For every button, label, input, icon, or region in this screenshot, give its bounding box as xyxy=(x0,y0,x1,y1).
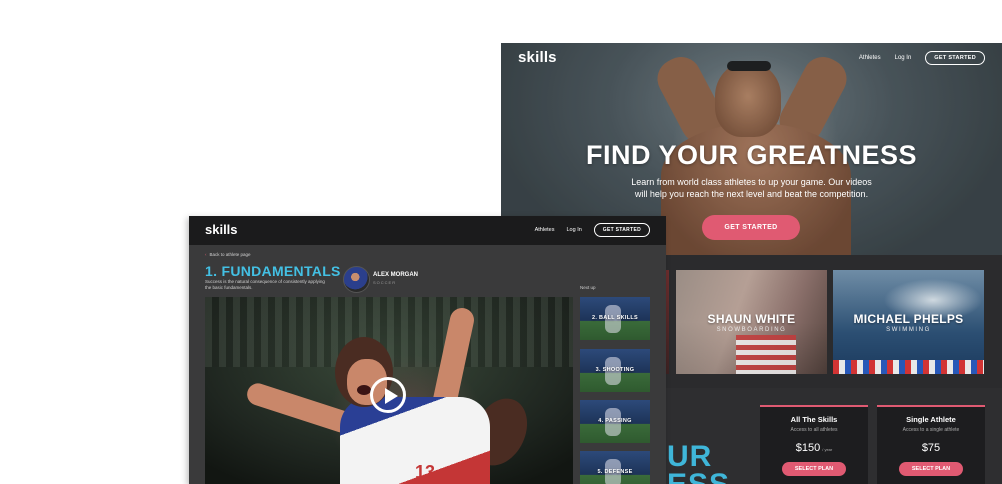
play-icon[interactable] xyxy=(370,377,406,413)
plan-price-value: $75 xyxy=(921,442,941,454)
next-up-item-label: 5. DEFENSE xyxy=(597,469,633,475)
lesson-page-window: skills Athletes Log In GET STARTED ‹ Back… xyxy=(189,216,666,484)
hero-subtitle-line: will help you reach the next level and b… xyxy=(634,189,869,199)
plan-name: All The Skills xyxy=(790,415,838,424)
next-up-item-label: 3. SHOOTING xyxy=(595,367,635,373)
chevron-left-icon: ‹ xyxy=(205,252,207,257)
next-up-item-label: 4. PASSING xyxy=(598,418,632,424)
next-up-item[interactable]: 5. DEFENSE xyxy=(580,451,650,484)
athlete-card-shaun-white[interactable]: SHAUN WHITE SNOWBOARDING xyxy=(676,270,827,374)
plan-description: Access to all athletes xyxy=(790,427,838,433)
plan-price-value: $150 xyxy=(795,442,821,454)
hero-subtitle-line: Learn from world class athletes to up yo… xyxy=(631,177,872,187)
player-image-mouth xyxy=(357,385,371,395)
pricing-heading-line: ESS xyxy=(667,470,730,484)
site-logo[interactable]: skills xyxy=(518,49,557,66)
next-up-item-label: 2. BALL SKILLS xyxy=(592,315,638,321)
next-up-item[interactable]: 4. PASSING xyxy=(580,400,650,443)
plan-description: Access to a single athlete xyxy=(902,427,960,433)
header-bar: skills Athletes Log In GET STARTED xyxy=(189,216,666,245)
nav-login-link[interactable]: Log In xyxy=(566,227,581,233)
lane-rope-graphic xyxy=(833,360,984,374)
next-up-item[interactable]: 3. SHOOTING xyxy=(580,349,650,392)
select-plan-button[interactable]: SELECT PLAN xyxy=(782,462,846,476)
athlete-name[interactable]: ALEX MORGAN xyxy=(373,272,418,278)
plan-name: Single Athlete xyxy=(906,415,956,424)
athlete-card-name: SHAUN WHITE xyxy=(707,312,796,326)
nav-login-link[interactable]: Log In xyxy=(895,55,912,61)
get-started-button[interactable]: GET STARTED xyxy=(925,51,985,65)
back-link-label: Back to athlete page xyxy=(209,252,251,257)
nav-athletes-link[interactable]: Athletes xyxy=(535,227,555,233)
jersey-number: 13 xyxy=(415,462,436,482)
plan-price-period: / year xyxy=(822,447,833,452)
top-nav: Athletes Log In GET STARTED xyxy=(535,223,650,237)
hero-subtitle: Learn from world class athletes to up yo… xyxy=(614,176,889,200)
hero-title: FIND YOUR GREATNESS xyxy=(585,140,918,170)
plan-card-all-skills: All The Skills Access to all athletes $1… xyxy=(760,405,868,484)
video-player[interactable]: 13 xyxy=(205,297,573,484)
next-up-item[interactable]: 2. BALL SKILLS xyxy=(580,297,650,340)
top-nav: Athletes Log In GET STARTED xyxy=(859,51,985,65)
athlete-avatar[interactable] xyxy=(343,266,370,293)
nav-athletes-link[interactable]: Athletes xyxy=(859,55,881,61)
athlete-sport: SOCCER xyxy=(373,280,397,285)
site-logo[interactable]: skills xyxy=(205,222,238,237)
plan-price: $75 xyxy=(877,442,985,454)
hero-get-started-button[interactable]: GET STARTED xyxy=(702,215,800,240)
pricing-heading-line: UR xyxy=(667,440,713,473)
athlete-card-sport: SNOWBOARDING xyxy=(716,327,787,333)
lesson-title: 1. FUNDAMENTALS xyxy=(205,263,341,279)
athlete-card-michael-phelps[interactable]: MICHAEL PHELPS SWIMMING xyxy=(833,270,984,374)
back-to-athlete-link[interactable]: ‹ Back to athlete page xyxy=(205,252,251,257)
plan-price: $150/ year xyxy=(760,442,868,454)
select-plan-button[interactable]: SELECT PLAN xyxy=(899,462,963,476)
flag-graphic xyxy=(736,335,796,374)
plan-card-single-athlete: Single Athlete Access to a single athlet… xyxy=(877,405,985,484)
lesson-description: Success is the natural consequence of co… xyxy=(205,279,325,290)
get-started-button[interactable]: GET STARTED xyxy=(593,223,650,237)
athlete-card-name: MICHAEL PHELPS xyxy=(853,312,964,326)
next-up-label: Next up xyxy=(580,285,596,290)
athlete-card-sport: SWIMMING xyxy=(886,327,931,333)
pricing-heading-partial: UR ESS xyxy=(667,440,730,484)
